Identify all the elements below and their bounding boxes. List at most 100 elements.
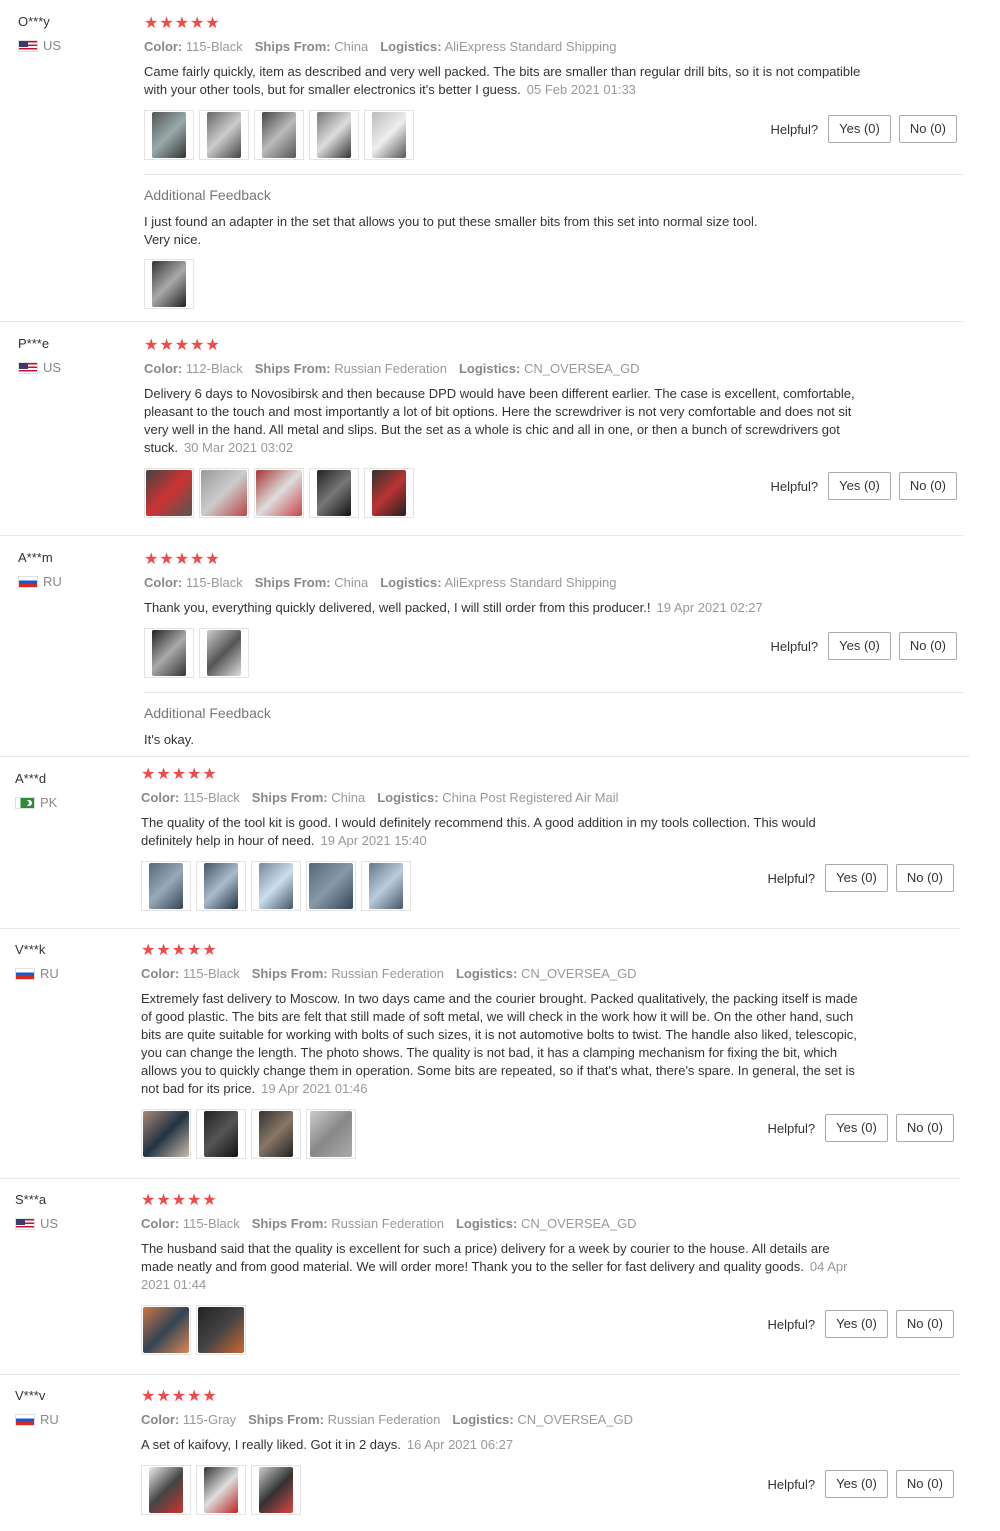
reviewer-info: O***y US bbox=[18, 13, 61, 53]
review-content: ★★★★★ Color: 115-Black Ships From: Russia… bbox=[141, 941, 861, 1159]
additional-feedback-title: Additional Feedback bbox=[144, 705, 271, 721]
review-photo[interactable] bbox=[309, 110, 359, 160]
review-photo[interactable] bbox=[141, 1305, 191, 1355]
helpful-vote: Helpful? Yes (0) No (0) bbox=[767, 864, 954, 892]
ru-flag-icon bbox=[18, 575, 38, 588]
reviewer-name: P***e bbox=[18, 336, 50, 351]
review-item: A***m RU ★★★★★ Color: 115-Black Ships Fro… bbox=[0, 536, 970, 757]
review-photo[interactable] bbox=[199, 468, 249, 518]
review-item: P***e US ★★★★★ Color: 112-Black Ships Fro… bbox=[0, 322, 963, 536]
review-photo[interactable] bbox=[251, 1109, 301, 1159]
helpful-yes-button[interactable]: Yes (0) bbox=[825, 1310, 888, 1338]
star-rating: ★★★★★ bbox=[144, 15, 221, 32]
review-photo[interactable] bbox=[251, 861, 301, 911]
review-photo[interactable] bbox=[306, 1109, 356, 1159]
review-date: 30 Mar 2021 03:02 bbox=[183, 440, 294, 455]
helpful-no-button[interactable]: No (0) bbox=[898, 115, 957, 143]
review-meta: Color: 115-Black Ships From: Russian Fede… bbox=[141, 1216, 637, 1231]
review-content: ★★★★★ Color: 115-Black Ships From: China L… bbox=[141, 765, 861, 911]
review-content: ★★★★★ Color: 112-Black Ships From: Russia… bbox=[144, 336, 864, 518]
review-text: Came fairly quickly, item as described a… bbox=[144, 64, 861, 97]
helpful-no-button[interactable]: No (0) bbox=[895, 1114, 954, 1142]
helpful-no-button[interactable]: No (0) bbox=[898, 632, 957, 660]
review-photos bbox=[144, 468, 864, 518]
helpful-yes-button[interactable]: Yes (0) bbox=[828, 632, 891, 660]
helpful-vote: Helpful? Yes (0) No (0) bbox=[770, 115, 957, 143]
review-text: Thank you, everything quickly delivered,… bbox=[144, 600, 763, 615]
reviewer-name: A***m bbox=[18, 550, 53, 565]
review-photo[interactable] bbox=[364, 468, 414, 518]
review-text: The husband said that the quality is exc… bbox=[141, 1241, 848, 1292]
reviewer-country: US bbox=[15, 1216, 58, 1231]
reviewer-name: V***k bbox=[15, 942, 46, 957]
review-photo[interactable] bbox=[199, 628, 249, 678]
reviewer-name: S***a bbox=[15, 1192, 47, 1207]
helpful-yes-button[interactable]: Yes (0) bbox=[825, 1470, 888, 1498]
review-text: A set of kaifovy, I really liked. Got it… bbox=[141, 1437, 514, 1452]
review-photos bbox=[141, 1109, 861, 1159]
helpful-vote: Helpful? Yes (0) No (0) bbox=[767, 1114, 954, 1142]
review-photo[interactable] bbox=[364, 110, 414, 160]
ru-flag-icon bbox=[15, 967, 35, 980]
review-photo[interactable] bbox=[254, 110, 304, 160]
review-date: 05 Feb 2021 01:33 bbox=[526, 82, 636, 97]
review-item: V***v RU ★★★★★ Color: 115-Gray Ships From… bbox=[0, 1375, 960, 1531]
review-photo[interactable] bbox=[199, 110, 249, 160]
review-photos bbox=[141, 1465, 861, 1515]
review-item: V***k RU ★★★★★ Color: 115-Black Ships Fro… bbox=[0, 929, 960, 1179]
review-content: ★★★★★ Color: 115-Gray Ships From: Russian… bbox=[141, 1387, 861, 1515]
review-item: S***a US ★★★★★ Color: 115-Black Ships Fro… bbox=[0, 1179, 960, 1375]
helpful-no-button[interactable]: No (0) bbox=[898, 472, 957, 500]
us-flag-icon bbox=[18, 39, 38, 52]
review-date: 19 Apr 2021 02:27 bbox=[656, 600, 763, 615]
review-content: ★★★★★ Color: 115-Black Ships From: Russia… bbox=[141, 1191, 861, 1355]
review-date: 19 Apr 2021 01:46 bbox=[261, 1081, 368, 1096]
review-photo[interactable] bbox=[144, 468, 194, 518]
review-photo[interactable] bbox=[196, 861, 246, 911]
review-photo[interactable] bbox=[309, 468, 359, 518]
review-photo[interactable] bbox=[141, 1465, 191, 1515]
reviewer-info: P***e US bbox=[18, 335, 61, 375]
review-date: 19 Apr 2021 15:40 bbox=[320, 833, 427, 848]
review-photo[interactable] bbox=[196, 1109, 246, 1159]
reviewer-info: V***v RU bbox=[15, 1387, 59, 1427]
review-item: O***y US ★★★★★ Color: 115-Black Ships Fro… bbox=[0, 0, 964, 322]
ru-flag-icon bbox=[15, 1413, 35, 1426]
review-photo[interactable] bbox=[254, 468, 304, 518]
additional-feedback-text: It's okay. bbox=[144, 732, 194, 747]
helpful-no-button[interactable]: No (0) bbox=[895, 864, 954, 892]
review-meta: Color: 115-Black Ships From: China Logisti… bbox=[144, 575, 617, 590]
helpful-yes-button[interactable]: Yes (0) bbox=[828, 115, 891, 143]
star-rating: ★★★★★ bbox=[144, 551, 221, 568]
helpful-yes-button[interactable]: Yes (0) bbox=[825, 1114, 888, 1142]
review-photo[interactable] bbox=[144, 259, 194, 309]
review-photos bbox=[141, 861, 861, 911]
review-item: A***d PK ★★★★★ Color: 115-Black Ships Fro… bbox=[0, 757, 960, 929]
review-photo[interactable] bbox=[196, 1305, 246, 1355]
review-text: Delivery 6 days to Novosibirsk and then … bbox=[144, 386, 855, 455]
star-rating: ★★★★★ bbox=[141, 766, 218, 783]
review-photo[interactable] bbox=[141, 1109, 191, 1159]
additional-feedback: Additional Feedback I just found an adap… bbox=[144, 174, 964, 309]
review-photo[interactable] bbox=[361, 861, 411, 911]
helpful-no-button[interactable]: No (0) bbox=[895, 1470, 954, 1498]
helpful-yes-button[interactable]: Yes (0) bbox=[828, 472, 891, 500]
pk-flag-icon bbox=[15, 796, 35, 809]
review-photos bbox=[141, 1305, 861, 1355]
review-photo[interactable] bbox=[144, 628, 194, 678]
review-date: 16 Apr 2021 06:27 bbox=[406, 1437, 514, 1452]
helpful-yes-button[interactable]: Yes (0) bbox=[825, 864, 888, 892]
review-photo[interactable] bbox=[144, 110, 194, 160]
additional-feedback: Additional Feedback It's okay. bbox=[144, 692, 964, 749]
reviewer-country: RU bbox=[15, 966, 59, 981]
review-photo[interactable] bbox=[141, 861, 191, 911]
review-photo[interactable] bbox=[196, 1465, 246, 1515]
helpful-no-button[interactable]: No (0) bbox=[895, 1310, 954, 1338]
star-rating: ★★★★★ bbox=[141, 942, 218, 959]
reviewer-info: A***m RU bbox=[18, 549, 62, 589]
review-meta: Color: 112-Black Ships From: Russian Fede… bbox=[144, 361, 640, 376]
additional-feedback-title: Additional Feedback bbox=[144, 187, 271, 203]
additional-feedback-text: I just found an adapter in the set that … bbox=[144, 214, 758, 247]
review-photo[interactable] bbox=[306, 861, 356, 911]
review-photo[interactable] bbox=[251, 1465, 301, 1515]
